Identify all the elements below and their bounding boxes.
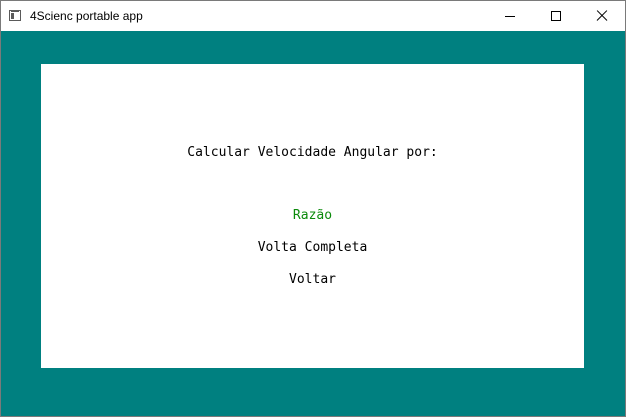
app-window: 4Scienc portable app Calcular Velocidade… [0, 0, 626, 417]
menu-option-voltar[interactable]: Voltar [41, 272, 584, 288]
menu-option-razao[interactable]: Razão [41, 208, 584, 224]
close-button[interactable] [579, 1, 625, 31]
app-window-icon [9, 10, 21, 21]
minimize-icon [505, 16, 515, 17]
menu-option-volta-completa[interactable]: Volta Completa [41, 240, 584, 256]
window-title: 4Scienc portable app [30, 9, 143, 23]
title-bar[interactable]: 4Scienc portable app [1, 1, 625, 31]
menu-panel: Calcular Velocidade Angular por: Razão V… [41, 64, 584, 368]
maximize-icon [551, 11, 561, 21]
menu-heading: Calcular Velocidade Angular por: [187, 145, 438, 160]
app-background: Calcular Velocidade Angular por: Razão V… [1, 31, 625, 416]
minimize-button[interactable] [487, 1, 533, 31]
close-icon [596, 10, 608, 22]
maximize-button[interactable] [533, 1, 579, 31]
